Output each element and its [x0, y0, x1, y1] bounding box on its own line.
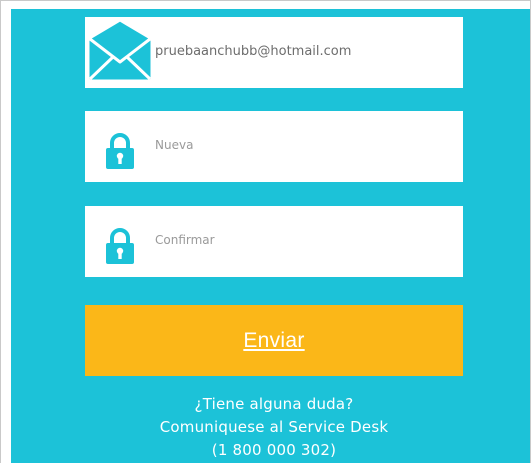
- help-text: ¿Tiene alguna duda? Comuniquese al Servi…: [85, 393, 463, 462]
- confirm-password-field[interactable]: Confirmar: [85, 206, 463, 277]
- new-password-field[interactable]: Nueva: [85, 111, 463, 182]
- email-value: pruebaanchubb@hotmail.com: [155, 44, 352, 59]
- confirm-password-placeholder: Confirmar: [155, 233, 215, 247]
- lock-icon: [106, 133, 134, 169]
- help-question: ¿Tiene alguna duda?: [194, 395, 354, 413]
- submit-button-label: Enviar: [243, 328, 305, 352]
- form-panel: pruebaanchubb@hotmail.com Nueva Confirma…: [11, 9, 530, 463]
- lock-icon: [106, 228, 134, 264]
- help-phone: (1 800 000 302): [211, 441, 337, 459]
- submit-button[interactable]: Enviar: [85, 305, 463, 376]
- envelope-icon: [86, 18, 154, 83]
- help-contact: Comuniquese al Service Desk: [159, 418, 389, 436]
- page-frame: pruebaanchubb@hotmail.com Nueva Confirma…: [0, 0, 531, 463]
- new-password-placeholder: Nueva: [155, 138, 194, 152]
- email-field[interactable]: pruebaanchubb@hotmail.com: [85, 17, 463, 88]
